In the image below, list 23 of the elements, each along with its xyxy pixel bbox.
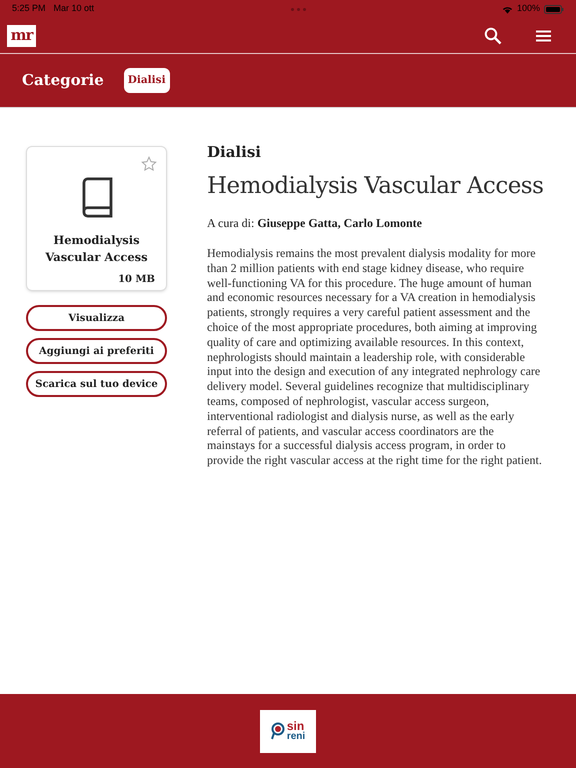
book-title: Hemodialysis Vascular Access: [44, 232, 149, 266]
category-chip[interactable]: Dialisi: [124, 68, 170, 93]
battery-icon: [544, 4, 564, 14]
multitask-dots-icon: [290, 8, 306, 10]
action-button[interactable]: Aggiungi ai preferiti: [26, 338, 167, 364]
article-title: Hemodialysis Vascular Access: [207, 172, 544, 201]
article-abstract: Hemodialysis remains the most prevalent dialysis modality for more than 2 million patients with end stage kidney disease, who require well-functioning VA for this procedure. The huge amount of human and economic resources necessary for a VA creation in hemodialysis patients, strongly requires a very careful patient assessment and the choice of the most appropriate procedures, both aiming at improving quality of care and optimizing available resources. In this context, nephrologists should maintain a leadership role, with considerable input into the design and execution of any integrated nephrology care delivery model. Several guidelines recognize that multidisciplinary teams, composed of nephrologist, vascular access surgeon, interventional radiologist and dialysis nurse, as well as the early referral of patients, and vascular access coordinators are the mainstays for a successful dialysis access program, in order to provide the right vascular access at the right time for the right patient.: [207, 246, 543, 468]
article-editors: A cura di: Giuseppe Gatta, Carlo Lomonte: [207, 215, 423, 232]
society-logo: sin reni: [260, 710, 316, 752]
status-time: 5:25 PM: [12, 2, 46, 16]
status-date: Mar 10 ott: [54, 2, 94, 16]
search-icon[interactable]: [484, 26, 502, 44]
article-category: Dialisi: [207, 143, 262, 161]
book-card[interactable]: Hemodialysis Vascular Access 10 MB: [26, 146, 167, 291]
action-button[interactable]: Visualizza: [26, 305, 167, 331]
wifi-icon: [502, 4, 513, 14]
star-icon[interactable]: [141, 156, 157, 172]
action-button[interactable]: Scarica sul tuo device: [26, 371, 167, 397]
menu-icon[interactable]: [536, 30, 551, 42]
section-title: Categorie: [22, 70, 104, 92]
file-size: 10 MB: [118, 274, 155, 285]
battery-percent: 100%: [516, 2, 540, 16]
app-logo[interactable]: mr: [7, 24, 36, 46]
